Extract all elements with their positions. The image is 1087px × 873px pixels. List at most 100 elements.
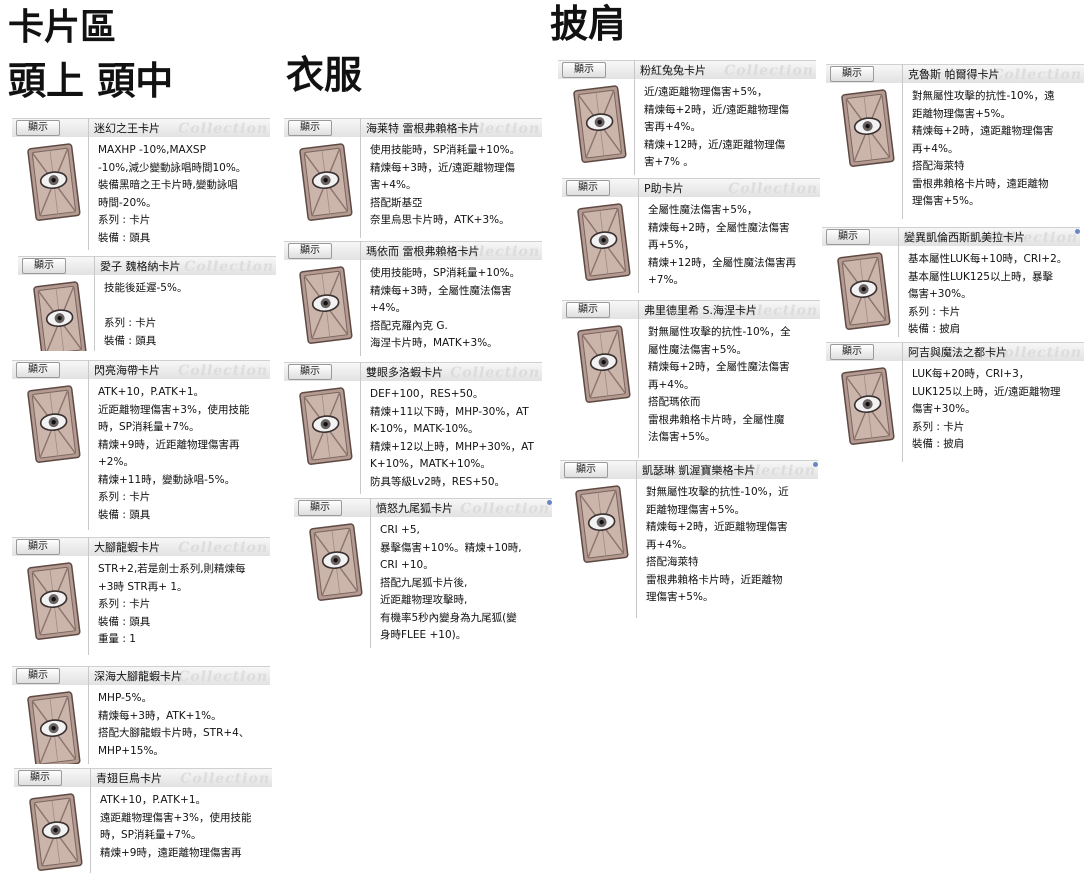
card-panel-14: Collection 顯示 凱瑟琳 凱渥寶樂格卡片 對無屬性攻擊的抗性-10%，…	[560, 460, 818, 618]
card-description: 對無屬性攻擊的抗性-10%，全 屬性魔法傷害+5%。 精煉每+2時，全屬性魔法傷害再…	[648, 324, 816, 447]
description-line: 時間-20%。	[98, 196, 157, 209]
show-button[interactable]: 顯示	[18, 770, 62, 786]
collection-watermark: Collection	[728, 181, 818, 197]
description-line: 害再+4%。	[644, 121, 701, 133]
card-panel-4: Collection 顯示 大腳龍蝦卡片 STR+2,若是劍士系列,則精煉每 +3…	[12, 537, 270, 655]
card-panel-16: Collection 顯示 變異凱倫西斯凱美拉卡片 基本屬性LUK每+10時，C…	[822, 227, 1080, 337]
show-button[interactable]: 顯示	[564, 462, 608, 478]
collection-watermark: Collection	[992, 67, 1082, 83]
description-line: 裝備 : 頭具	[98, 508, 151, 521]
card-name: 凱瑟琳 凱渥寶樂格卡片	[642, 464, 756, 477]
card-name: 阿吉與魔法之都卡片	[908, 346, 1007, 359]
description-line: 精煉每+3時，全屬性魔法傷害	[370, 284, 512, 297]
collection-watermark: Collection	[460, 501, 550, 517]
description-line: 系列 : 卡片	[912, 420, 965, 433]
divider	[638, 178, 639, 293]
card-art-icon	[27, 562, 81, 640]
description-line: 搭配大腳龍蝦卡片時，STR+4、	[98, 727, 250, 739]
card-art-icon	[299, 387, 353, 465]
description-line: 近距離物理攻擊時,	[380, 594, 468, 606]
description-line: 對無屬性攻擊的抗性-10%，近	[646, 486, 789, 498]
show-button[interactable]: 顯示	[16, 362, 60, 378]
scroll-indicator-dot	[1075, 229, 1080, 234]
description-line: 使用技能時，SP消耗量+10%。	[370, 267, 521, 279]
card-panel-5: Collection 顯示 深海大腳龍蝦卡片 MHP-5%。 精煉每+3時，ATK…	[12, 666, 270, 764]
description-line: 使用技能時，SP消耗量+10%。	[370, 144, 521, 156]
description-line: 精煉+9時，遠距離物理傷害再	[100, 846, 242, 859]
card-panel-17: Collection 顯示 阿吉與魔法之都卡片 LUK每+20時，CRI+3， L…	[826, 342, 1084, 462]
show-button[interactable]: 顯示	[22, 258, 66, 274]
show-button[interactable]: 顯示	[830, 344, 874, 360]
description-line: 裝備 : 頭具	[104, 334, 157, 347]
card-art-icon	[575, 485, 629, 563]
description-line: 屬性魔法傷害+5%。	[648, 343, 747, 356]
show-button[interactable]: 顯示	[288, 243, 332, 259]
card-art-icon	[841, 367, 895, 445]
show-button[interactable]: 顯示	[288, 364, 332, 380]
card-description: STR+2,若是劍士系列,則精煉每 +3時 STR再+ 1。 系列 : 卡片 裝備 :…	[98, 561, 266, 649]
description-line: 系列 : 卡片	[908, 305, 961, 318]
card-name: P助卡片	[644, 182, 684, 195]
description-line: 搭配瑪依而	[648, 396, 701, 408]
description-line: 裝備 : 披肩	[912, 438, 965, 450]
card-name: 大腳龍蝦卡片	[94, 541, 160, 554]
description-line: 對無屬性攻擊的抗性-10%，遠	[912, 90, 1055, 102]
show-button[interactable]: 顯示	[16, 120, 60, 136]
card-art-icon	[27, 143, 81, 221]
card-name: 海莱特 雷根弗賴格卡片	[366, 122, 480, 135]
description-line: K-10%，MATK-10%。	[370, 423, 479, 435]
description-line: 精煉每+2時，近距離物理傷害	[646, 521, 788, 533]
divider	[88, 537, 89, 655]
card-art-icon	[29, 793, 83, 871]
show-button[interactable]: 顯示	[566, 180, 610, 196]
show-button[interactable]: 顯示	[298, 500, 342, 516]
show-button[interactable]: 顯示	[288, 120, 332, 136]
card-panel-3: Collection 顯示 閃亮海帶卡片 ATK+10，P.ATK+1。 近距離物…	[12, 360, 270, 530]
show-button[interactable]: 顯示	[16, 668, 60, 684]
scroll-indicator-dot	[813, 462, 818, 467]
show-button[interactable]: 顯示	[830, 66, 874, 82]
description-line: 裝備 : 頭具	[98, 231, 151, 244]
description-line: 害+4%。	[370, 179, 417, 191]
card-art-icon	[837, 252, 891, 330]
show-button[interactable]: 顯示	[826, 229, 870, 245]
description-line: MHP-5%。	[98, 692, 153, 704]
description-line: 精煉+11以下時，MHP-30%，AT	[370, 405, 529, 418]
description-line: +2%。	[98, 456, 134, 468]
card-panel-7: Collection 顯示 海莱特 雷根弗賴格卡片 使用技能時，SP消耗量+10…	[284, 118, 542, 238]
description-line: 精煉+9時，近距離物理傷害再	[98, 438, 240, 451]
description-line: 再+5%，	[648, 239, 695, 251]
description-line: 防具等級Lv2時，RES+50。	[370, 475, 505, 488]
card-description: 技能後延遲-5%。 系列 : 卡片 裝備 : 頭具	[104, 280, 272, 350]
description-line: 距離物理傷害+5%。	[912, 107, 1011, 120]
card-art-icon	[27, 691, 81, 764]
description-line: 系列 : 卡片	[98, 598, 151, 610]
collection-watermark: Collection	[178, 540, 268, 556]
description-line: 搭配海萊特	[646, 556, 699, 568]
divider	[90, 768, 91, 873]
card-name: 迷幻之王卡片	[94, 122, 160, 135]
divider	[634, 60, 635, 175]
card-panel-2: Collection 顯示 愛子 魏格納卡片 技能後延遲-5%。 系列 : 卡片…	[18, 256, 276, 351]
description-line: 暴擊傷害+10%。精煉+10時,	[380, 541, 522, 554]
description-line: +4%。	[370, 302, 406, 314]
card-panel-15: Collection 顯示 克魯斯 帕爾得卡片 對無屬性攻擊的抗性-10%，遠距…	[826, 64, 1084, 219]
description-line: 精煉+12時，全屬性魔法傷害再	[648, 256, 797, 269]
description-line: 搭配海萊特	[912, 160, 965, 172]
collection-watermark: Collection	[184, 259, 274, 275]
show-button[interactable]: 顯示	[562, 62, 606, 78]
card-art-icon	[577, 203, 631, 281]
show-button[interactable]: 顯示	[16, 539, 60, 555]
description-line: 基本屬性LUK125以上時，暴擊	[908, 270, 1053, 283]
divider	[360, 362, 361, 494]
card-description: 近/遠距離物理傷害+5%， 精煉每+2時，近/遠距離物理傷 害再+4%。 精煉+12時…	[644, 84, 812, 172]
divider	[898, 227, 899, 337]
description-line: 遠距離物理傷害+3%，使用技能	[100, 811, 252, 824]
divider	[360, 118, 361, 238]
card-description: CRI +5, 暴擊傷害+10%。精煉+10時, CRI +10。 搭配九尾狐卡片後,…	[380, 522, 548, 645]
description-line: LUK每+20時，CRI+3，	[912, 368, 1030, 380]
show-button[interactable]: 顯示	[566, 302, 610, 318]
card-art-icon	[309, 523, 363, 601]
card-art-icon	[841, 89, 895, 167]
description-line: 裝備黑暗之王卡片時,變動詠唱	[98, 179, 238, 191]
